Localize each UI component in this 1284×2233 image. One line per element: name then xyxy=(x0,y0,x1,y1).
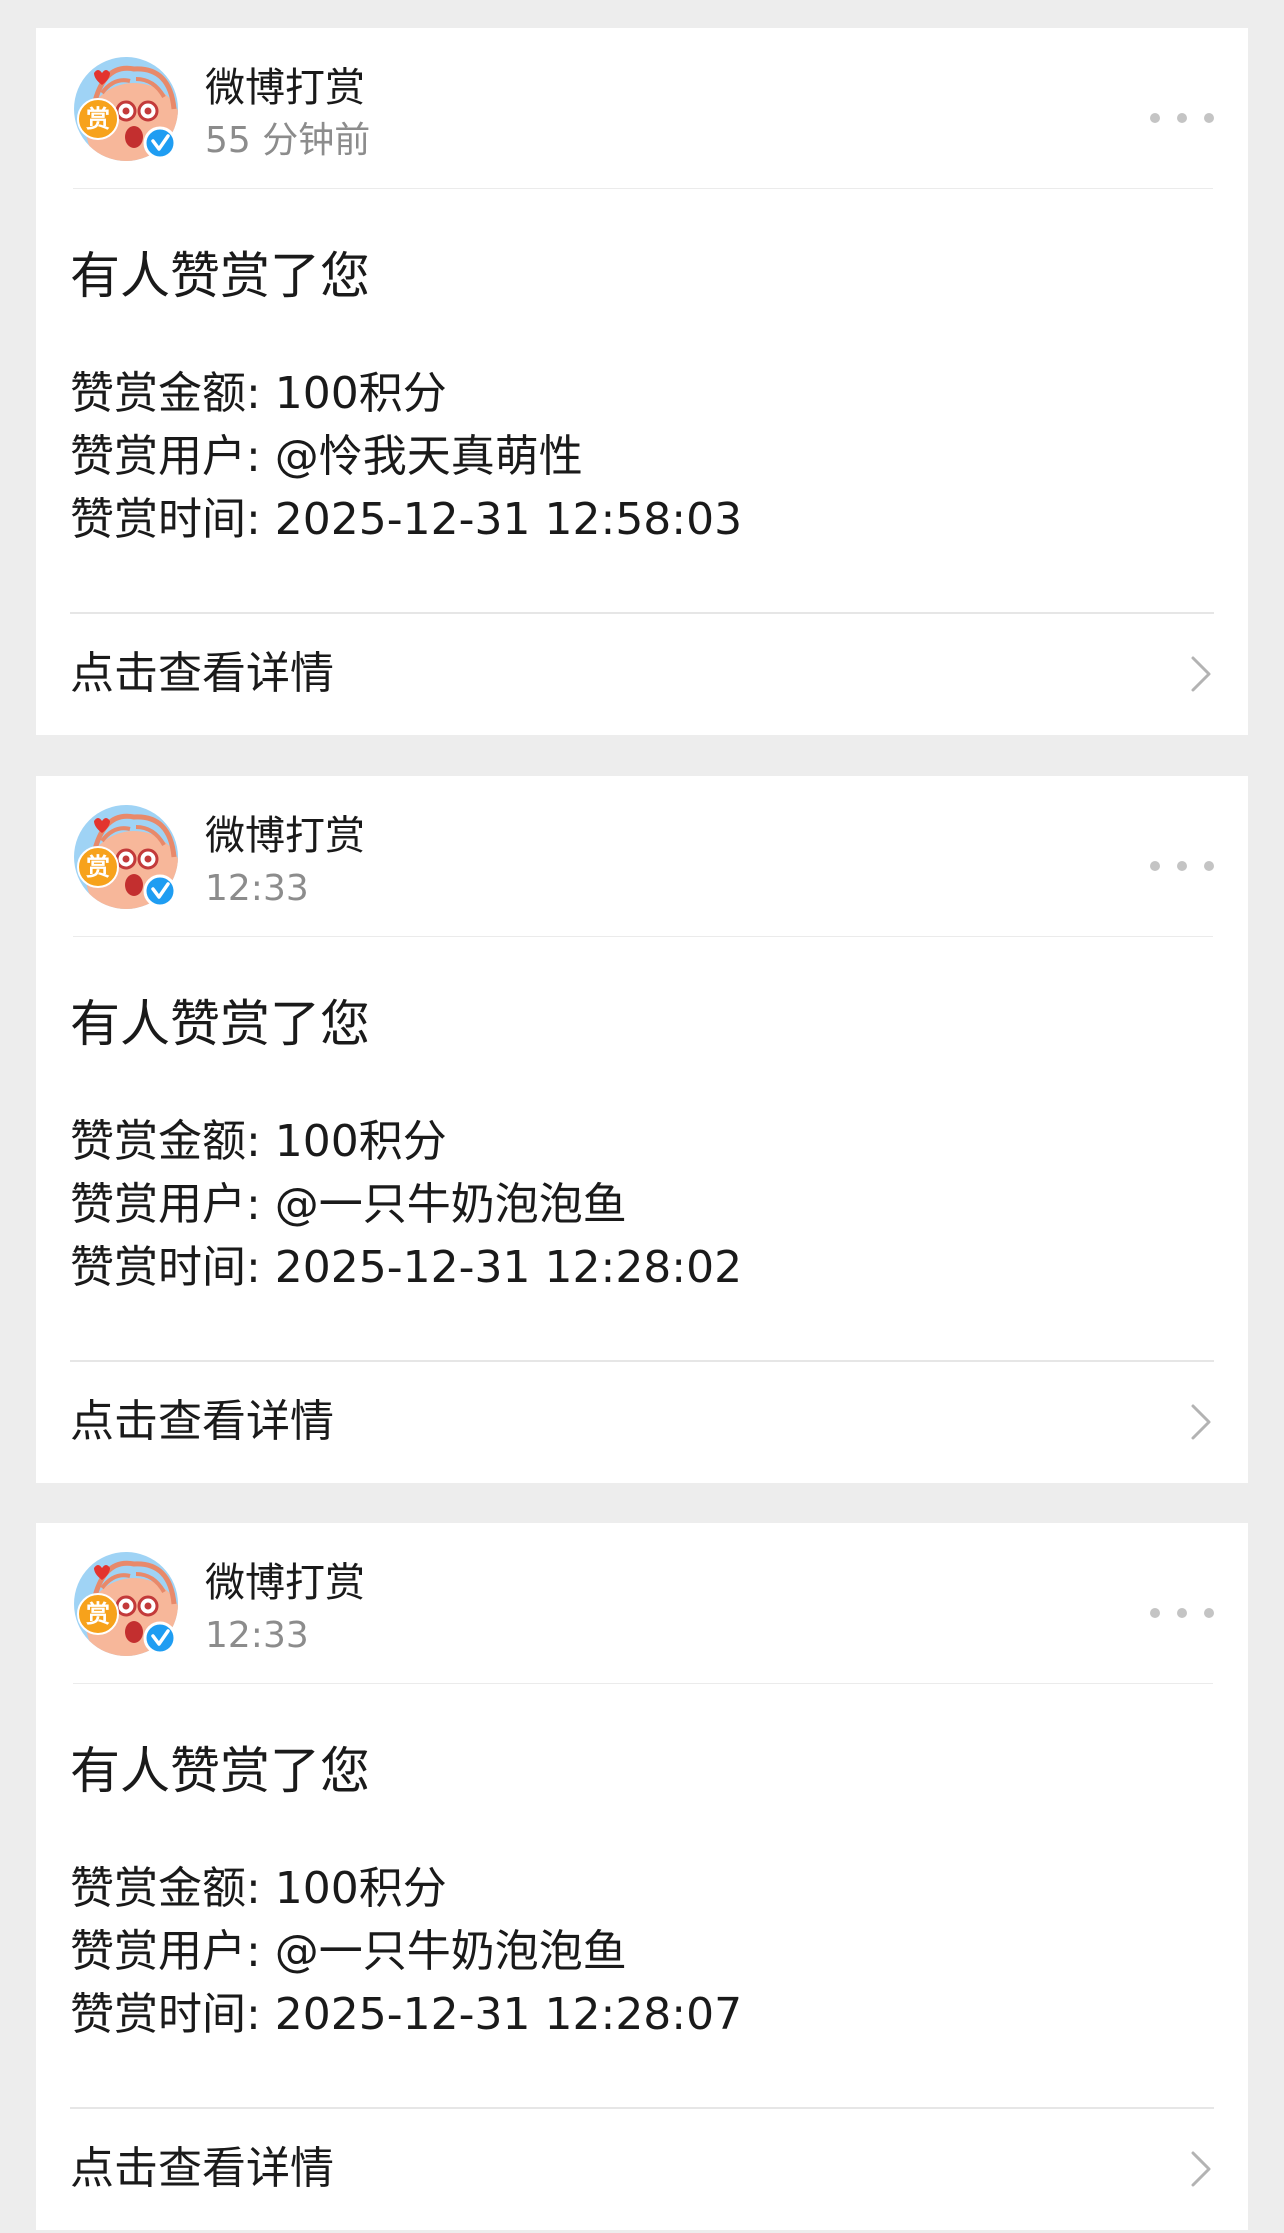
more-options-button[interactable] xyxy=(1150,106,1214,130)
header-divider xyxy=(73,936,1213,937)
message-card: 赏 微博打赏 12:33 有人赞赏了您 赞赏金额: 100积分 赞赏用户: @一… xyxy=(36,776,1248,1483)
reward-user: 赞赏用户: @一只牛奶泡泡鱼 xyxy=(70,1926,627,1977)
mascot-avatar-icon: 赏 xyxy=(74,57,178,161)
view-details-link[interactable]: 点击查看详情 xyxy=(36,1362,1248,1483)
reward-amount: 赞赏金额: 100积分 xyxy=(70,1863,447,1914)
message-card: 赏 微博打赏 12:33 有人赞赏了您 赞赏金额: 100积分 赞赏用户: @一… xyxy=(36,1523,1248,2230)
reward-amount: 赞赏金额: 100积分 xyxy=(70,1116,447,1167)
sender-name[interactable]: 微博打赏 xyxy=(205,1557,365,1609)
chevron-right-icon xyxy=(1188,654,1214,694)
chevron-right-icon xyxy=(1188,1402,1214,1442)
sender-name[interactable]: 微博打赏 xyxy=(205,62,365,114)
reward-time: 赞赏时间: 2025-12-31 12:28:02 xyxy=(70,1242,743,1293)
chevron-right-icon xyxy=(1188,2149,1214,2189)
message-title: 有人赞赏了您 xyxy=(70,995,370,1053)
message-title: 有人赞赏了您 xyxy=(70,1742,370,1800)
reward-mark-text: 赏 xyxy=(86,853,110,881)
reward-amount: 赞赏金额: 100积分 xyxy=(70,368,447,419)
verified-badge-icon xyxy=(143,1621,177,1655)
view-details-label: 点击查看详情 xyxy=(70,1396,334,1447)
reward-user: 赞赏用户: @怜我天真萌性 xyxy=(70,431,583,482)
sender-avatar[interactable]: 赏 xyxy=(74,1552,178,1656)
header-divider xyxy=(73,188,1213,189)
reward-mark-text: 赏 xyxy=(86,1600,110,1628)
message-time: 55 分钟前 xyxy=(205,120,371,161)
view-details-link[interactable]: 点击查看详情 xyxy=(36,614,1248,735)
message-card: 赏 微博打赏 55 分钟前 有人赞赏了您 赞赏金额: 100积分 赞赏用户: @… xyxy=(36,28,1248,735)
card-header: 赏 微博打赏 12:33 xyxy=(36,776,1248,937)
view-details-label: 点击查看详情 xyxy=(70,2143,334,2194)
sender-avatar[interactable]: 赏 xyxy=(74,805,178,909)
verified-badge-icon xyxy=(143,126,177,160)
more-dots-icon xyxy=(1150,1608,1160,1618)
card-header: 赏 微博打赏 55 分钟前 xyxy=(36,28,1248,189)
reward-time: 赞赏时间: 2025-12-31 12:28:07 xyxy=(70,1989,743,2040)
more-dots-icon xyxy=(1150,113,1160,123)
message-title: 有人赞赏了您 xyxy=(70,247,370,305)
mascot-avatar-icon: 赏 xyxy=(74,1552,178,1656)
message-time: 12:33 xyxy=(205,868,309,909)
reward-user: 赞赏用户: @一只牛奶泡泡鱼 xyxy=(70,1179,627,1230)
card-header: 赏 微博打赏 12:33 xyxy=(36,1523,1248,1684)
more-options-button[interactable] xyxy=(1150,1601,1214,1625)
verified-badge-icon xyxy=(143,874,177,908)
reward-time: 赞赏时间: 2025-12-31 12:58:03 xyxy=(70,494,743,545)
more-options-button[interactable] xyxy=(1150,854,1214,878)
sender-name[interactable]: 微博打赏 xyxy=(205,810,365,862)
sender-avatar[interactable]: 赏 xyxy=(74,57,178,161)
view-details-label: 点击查看详情 xyxy=(70,648,334,699)
view-details-link[interactable]: 点击查看详情 xyxy=(36,2109,1248,2230)
message-time: 12:33 xyxy=(205,1615,309,1656)
more-dots-icon xyxy=(1150,861,1160,871)
mascot-avatar-icon: 赏 xyxy=(74,805,178,909)
reward-mark-text: 赏 xyxy=(86,105,110,133)
header-divider xyxy=(73,1683,1213,1684)
